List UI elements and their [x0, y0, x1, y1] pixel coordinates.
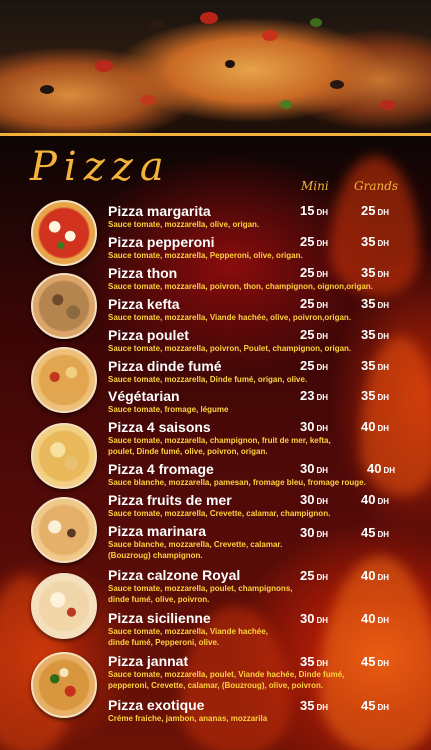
price-grand: 35 DH	[361, 327, 390, 342]
price-grand: 35 DH	[361, 358, 390, 373]
item-description: Sauce tomate, mozzarella, Viande hachée,…	[108, 313, 352, 322]
item-description-line2: (Bouzroug) champignon.	[108, 551, 203, 560]
item-description: Sauce tomate, mozzarella, olive, origan.	[108, 220, 260, 229]
price-grand: 40 DH	[367, 461, 396, 476]
item-description-line2: dinde fumé, Pepperoni, olive.	[108, 638, 220, 647]
item-description: Sauce tomate, mozzarella, poulet, Viande…	[108, 670, 345, 679]
item-description: Sauce tomate, mozzarella, champignon, fr…	[108, 436, 331, 445]
price-mini: 25 DH	[300, 568, 329, 583]
price-grand: 45 DH	[361, 654, 390, 669]
pizza-image-jannat	[31, 652, 97, 718]
price-grand: 40 DH	[361, 611, 390, 626]
price-grand: 40 DH	[361, 492, 390, 507]
item-description: Sauce tomate, mozzarella, Crevette, cala…	[108, 509, 331, 518]
item-description: Sauce tomate, fromage, légume	[108, 405, 229, 414]
item-description-line2: dinde fumé, olive, poivron.	[108, 595, 210, 604]
item-description: Sauce tomate, mozzarella, poivron, thon,…	[108, 282, 373, 291]
menu-title: Pizza	[30, 144, 171, 190]
price-grand: 40 DH	[361, 419, 390, 434]
pizza-image-margarita	[31, 200, 97, 266]
price-mini: 30 DH	[300, 525, 329, 540]
price-mini: 15 DH	[300, 203, 329, 218]
price-grand: 35 DH	[361, 388, 390, 403]
price-mini: 23 DH	[300, 388, 329, 403]
price-mini: 30 DH	[300, 419, 329, 434]
price-mini: 30 DH	[300, 611, 329, 626]
price-mini: 30 DH	[300, 492, 329, 507]
price-mini: 25 DH	[300, 358, 329, 373]
item-description-line2: pepperoni, Crevette, calamar, (Bouzroug)…	[108, 681, 324, 690]
item-description: Sauce tomate, mozzarella, Viande hachée,	[108, 627, 268, 636]
pizza-image-4-saisons	[31, 423, 97, 489]
item-description: Sauce tomate, mozzarella, poulet, champi…	[108, 584, 293, 593]
item-description: Sauce tomate, mozzarella, poivron, Poule…	[108, 344, 352, 353]
pizza-image-calzone	[31, 573, 97, 639]
column-header-grands: Grands	[354, 179, 399, 193]
pizza-image-poulet	[31, 347, 97, 413]
price-grand: 25 DH	[361, 203, 390, 218]
item-description: Créme fraiche, jambon, ananas, mozzarila	[108, 714, 268, 723]
price-mini: 35 DH	[300, 698, 329, 713]
price-grand: 35 DH	[361, 296, 390, 311]
price-grand: 45 DH	[361, 698, 390, 713]
item-description: Sauce blanche, mozzarella, pamesan, from…	[108, 478, 366, 487]
pizza-image-thon	[31, 273, 97, 339]
price-grand: 40 DH	[361, 568, 390, 583]
item-description-line2: poulet, Dinde fumé, olive, poivron, orig…	[108, 447, 268, 456]
price-mini: 25 DH	[300, 265, 329, 280]
price-grand: 45 DH	[361, 525, 390, 540]
item-description: Sauce tomate, mozzarella, Dinde fumé, or…	[108, 375, 308, 384]
price-mini: 25 DH	[300, 327, 329, 342]
price-mini: 35 DH	[300, 654, 329, 669]
price-grand: 35 DH	[361, 234, 390, 249]
pizza-image-fruits-de-mer	[31, 497, 97, 563]
price-grand: 35 DH	[361, 265, 390, 280]
price-mini: 30 DH	[300, 461, 329, 476]
item-description: Sauce tomate, mozzarella, Pepperoni, oli…	[108, 251, 303, 260]
hero-pizza-photo	[0, 0, 431, 135]
item-description: Sauce blanche, mozzarella, Crevette, cal…	[108, 540, 283, 549]
price-mini: 25 DH	[300, 296, 329, 311]
column-header-mini: Mini	[301, 179, 329, 193]
price-mini: 25 DH	[300, 234, 329, 249]
